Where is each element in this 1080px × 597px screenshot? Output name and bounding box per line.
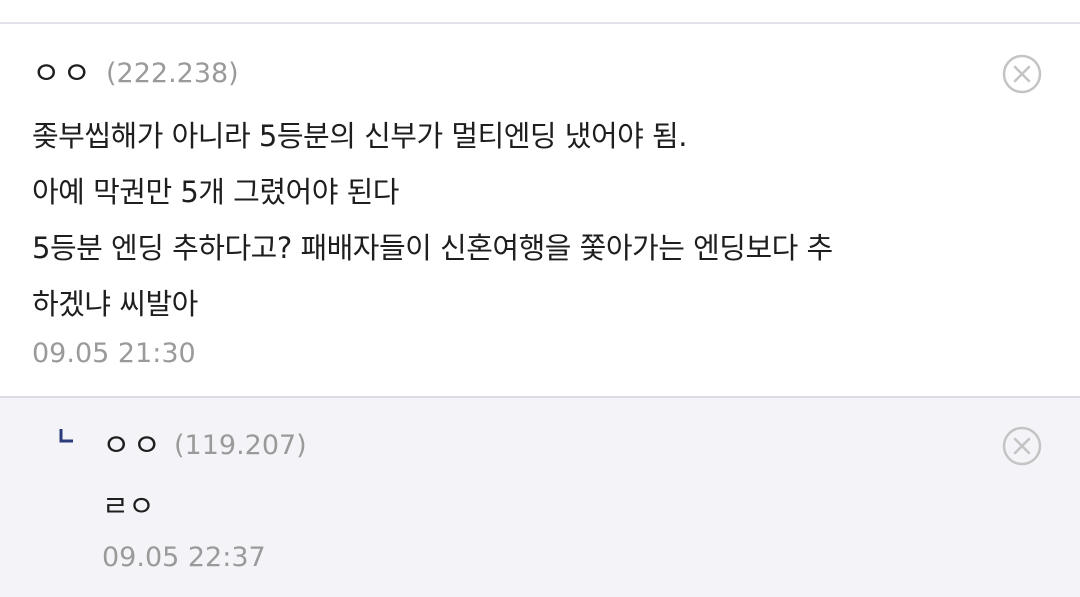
reply-arrow-icon: [58, 428, 74, 444]
delete-comment-button[interactable]: [1002, 54, 1042, 94]
comment-body: 좆부씹해가 아니라 5등분의 신부가 멀티엔딩 냈어야 됨. 아예 막권만 5개…: [32, 108, 833, 332]
close-circle-icon: [1002, 54, 1042, 94]
reply-comment: ㅇㅇ (119.207) ㄹㅇ 09.05 22:37: [0, 396, 1080, 597]
comment: ㅇㅇ (222.238) 좆부씹해가 아니라 5등분의 신부가 멀티엔딩 냈어야…: [0, 24, 1080, 396]
comment-line: 5등분 엔딩 추하다고? 패배자들이 신혼여행을 쫓아가는 엔딩보다 추: [32, 231, 833, 265]
comment-line: 좆부씹해가 아니라 5등분의 신부가 멀티엔딩 냈어야 됨.: [32, 119, 687, 153]
reply-line: ㄹㅇ: [102, 489, 155, 523]
reply-timestamp: 09.05 22:37: [102, 542, 266, 573]
comment-timestamp: 09.05 21:30: [32, 338, 196, 369]
comment-line: 아예 막권만 5개 그렸어야 된다: [32, 175, 399, 209]
close-circle-icon: [1002, 426, 1042, 466]
reply-body: ㄹㅇ: [102, 478, 155, 534]
comment-nickname[interactable]: ㅇㅇ: [32, 54, 93, 94]
reply-nickname[interactable]: ㅇㅇ: [102, 426, 163, 466]
comment-line: 하겠냐 씨발아: [32, 287, 198, 321]
delete-reply-button[interactable]: [1002, 426, 1042, 466]
comment-ip: (222.238): [106, 58, 239, 89]
reply-ip: (119.207): [174, 430, 307, 461]
